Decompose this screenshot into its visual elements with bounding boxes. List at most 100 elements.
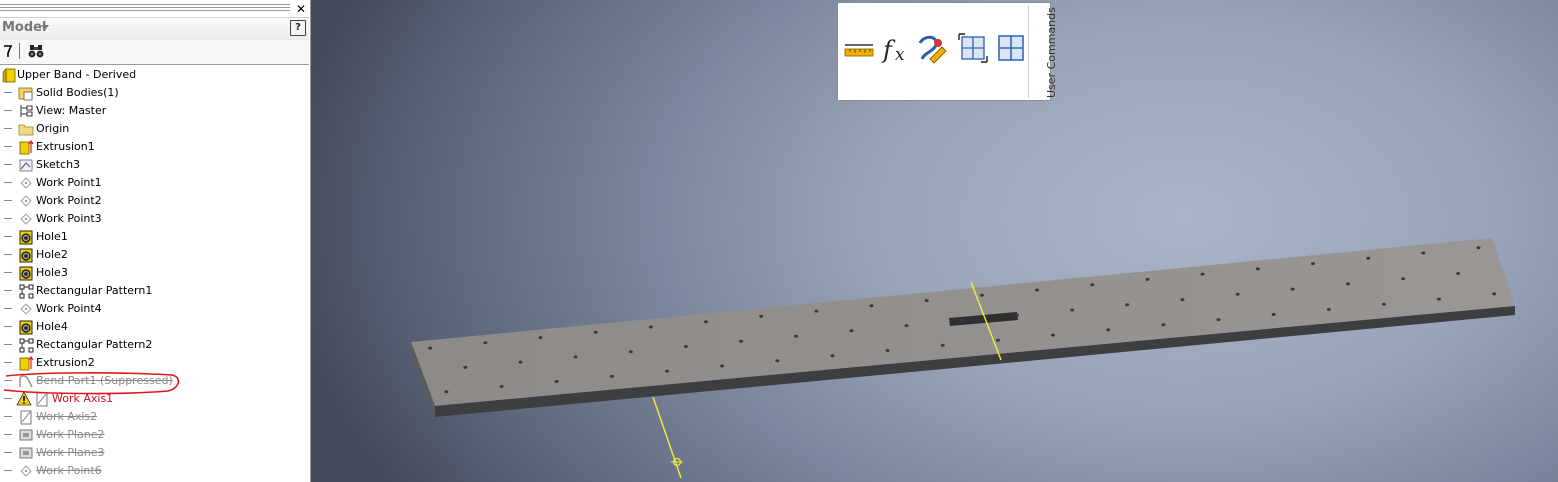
tree-item[interactable]: Rectangular Pattern2 bbox=[0, 336, 305, 354]
tree-connector bbox=[4, 362, 12, 363]
hole-mark bbox=[483, 341, 488, 345]
tree-item-label: Work Point3 bbox=[36, 212, 102, 225]
toolbar-separator bbox=[19, 43, 20, 59]
hole-mark bbox=[1070, 308, 1075, 312]
hole-mark bbox=[869, 304, 874, 308]
hole-mark bbox=[1051, 333, 1055, 337]
hole-mark bbox=[1401, 277, 1406, 281]
tree-item[interactable]: View: Master bbox=[0, 102, 305, 120]
tree-connector bbox=[4, 92, 12, 93]
find-binoculars-icon[interactable] bbox=[28, 44, 44, 58]
highlight-annotation bbox=[3, 372, 180, 395]
tree-item[interactable]: Work Point3 bbox=[0, 210, 305, 228]
tree-connector bbox=[4, 254, 12, 255]
hole-mark bbox=[1345, 282, 1350, 286]
tree-connector bbox=[4, 236, 12, 237]
tree-item[interactable]: Rectangular Pattern1 bbox=[0, 282, 305, 300]
rectangular-pattern-icon bbox=[19, 284, 34, 299]
work-point-icon bbox=[20, 213, 32, 225]
panel-grip[interactable] bbox=[0, 4, 290, 12]
tree-connector bbox=[4, 110, 12, 111]
tree-item[interactable]: Work Point4 bbox=[0, 300, 305, 318]
solid-bodies-icon bbox=[18, 87, 33, 101]
hole-mark bbox=[704, 320, 708, 324]
hole-mark bbox=[1381, 302, 1386, 306]
tree-connector bbox=[4, 416, 12, 417]
tree-item[interactable]: Work Point2 bbox=[0, 192, 305, 210]
tree-item[interactable]: Origin bbox=[0, 120, 305, 138]
tree-connector bbox=[4, 470, 12, 471]
hole-mark bbox=[428, 346, 433, 350]
tree-item[interactable]: Work Plane3 bbox=[0, 444, 305, 462]
tree-item-label: Solid Bodies(1) bbox=[36, 86, 119, 99]
tree-item[interactable]: Upper Band - Derived bbox=[0, 66, 305, 84]
hole-mark bbox=[759, 314, 764, 318]
tree-item-label: Work Point6 bbox=[36, 464, 102, 477]
work-plane-icon bbox=[19, 429, 33, 441]
tree-item[interactable]: Hole2 bbox=[0, 246, 305, 264]
folder-icon bbox=[18, 124, 34, 136]
tree-connector bbox=[4, 434, 12, 435]
hole-mark bbox=[940, 343, 945, 347]
tree-item[interactable]: Work Point1 bbox=[0, 174, 305, 192]
rectangular-pattern-icon bbox=[19, 338, 34, 353]
hole-icon bbox=[19, 266, 33, 281]
tree-item[interactable]: Extrusion1 bbox=[0, 138, 305, 156]
chevron-down-icon[interactable] bbox=[41, 25, 49, 30]
tree-connector bbox=[4, 200, 12, 201]
tree-item-label: Work Plane2 bbox=[36, 428, 105, 441]
tree-connector bbox=[4, 182, 12, 183]
hole-mark bbox=[1235, 292, 1240, 296]
hole-mark bbox=[1476, 246, 1481, 250]
hole-mark bbox=[979, 293, 984, 297]
hole-mark bbox=[1271, 313, 1276, 316]
tree-connector bbox=[4, 398, 12, 399]
close-panel-button[interactable]: ✕ bbox=[296, 2, 306, 16]
tree-connector bbox=[4, 290, 12, 291]
hole-mark bbox=[1200, 272, 1205, 276]
hole-mark bbox=[1161, 323, 1166, 327]
parameters-fx-icon[interactable]: f x bbox=[880, 31, 914, 65]
tree-item[interactable]: Hole3 bbox=[0, 264, 305, 282]
tree-connector bbox=[4, 308, 12, 309]
work-point-icon bbox=[20, 195, 32, 207]
tree-item-label: Hole3 bbox=[36, 266, 68, 279]
user-commands-title: User Commands bbox=[1045, 7, 1058, 98]
tree-item[interactable]: Sketch3 bbox=[0, 156, 305, 174]
tree-connector bbox=[4, 326, 12, 327]
tree-item[interactable]: Work Point6 bbox=[0, 462, 305, 480]
grid-view-icon[interactable] bbox=[994, 31, 1028, 65]
hole-mark bbox=[665, 369, 669, 373]
tree-item-label: Work Point2 bbox=[36, 194, 102, 207]
hole-mark bbox=[1255, 267, 1260, 271]
tree-item-label: Rectangular Pattern2 bbox=[36, 338, 153, 351]
browser-title-dropdown[interactable]: Model bbox=[2, 20, 46, 35]
split-view-icon[interactable] bbox=[956, 31, 990, 65]
tree-connector bbox=[4, 218, 12, 219]
tree-item[interactable]: Work Plane2 bbox=[0, 426, 305, 444]
hole-mark bbox=[593, 330, 598, 334]
hole-mark bbox=[1216, 318, 1221, 322]
appearance-icon[interactable] bbox=[916, 31, 950, 65]
hole-mark bbox=[794, 334, 799, 338]
hole-mark bbox=[648, 325, 653, 329]
tree-item[interactable]: Work Axis2 bbox=[0, 408, 305, 426]
hole-mark bbox=[573, 355, 578, 359]
tree-item-label: View: Master bbox=[36, 104, 107, 117]
tree-item[interactable]: Hole4 bbox=[0, 318, 305, 336]
tree-item[interactable]: Hole1 bbox=[0, 228, 305, 246]
tree-connector bbox=[4, 452, 12, 453]
filter-icon[interactable] bbox=[3, 44, 13, 58]
model-browser-panel: ✕ Model ? Upper Band - Derived Solid Bodi… bbox=[0, 0, 311, 482]
sketch-icon bbox=[19, 159, 33, 172]
hole-mark bbox=[628, 350, 633, 354]
user-commands-panel: f x User Commands bbox=[837, 2, 1058, 101]
tree-item[interactable]: Solid Bodies(1) bbox=[0, 84, 305, 102]
hole-mark bbox=[1180, 298, 1185, 302]
hole-mark bbox=[463, 365, 468, 369]
measure-icon[interactable] bbox=[842, 31, 876, 65]
help-button[interactable]: ? bbox=[290, 20, 306, 36]
hole-mark bbox=[499, 385, 504, 388]
tree-item-label: Work Axis2 bbox=[36, 410, 98, 423]
hole-icon bbox=[19, 248, 33, 263]
